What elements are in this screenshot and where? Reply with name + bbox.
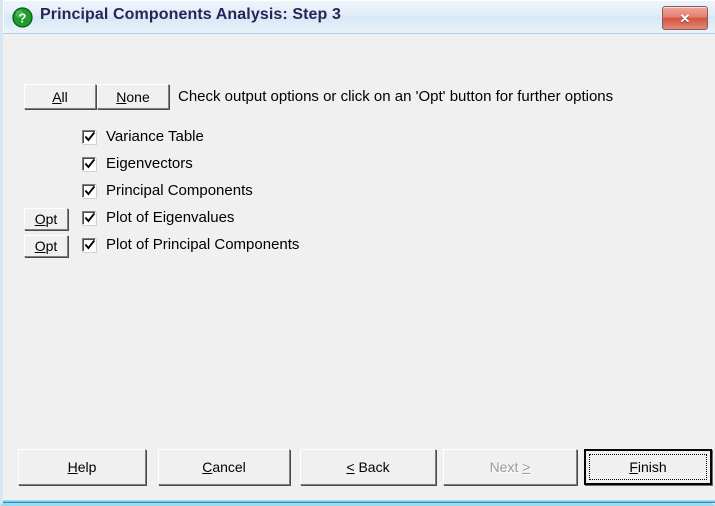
svg-text:?: ? (19, 11, 27, 26)
back-button[interactable]: < Back (300, 449, 436, 485)
checkbox-plot-of-eigenvalues[interactable] (82, 211, 96, 225)
window-title: Principal Components Analysis: Step 3 (40, 6, 341, 23)
cancel-button-label: Cancel (202, 459, 246, 475)
checkbox-plot-of-principal-components[interactable] (82, 238, 96, 252)
opt-button-plot-of-eigenvalues[interactable]: Opt (24, 208, 68, 230)
finish-button-label: Finish (629, 459, 667, 475)
checkbox-variance-table[interactable] (82, 130, 96, 144)
close-button[interactable]: ✕ (662, 6, 708, 30)
dialog-body: All None Check output options or click o… (6, 34, 715, 503)
help-button-label: Help (67, 459, 97, 475)
option-row: Eigenvectors (6, 154, 715, 178)
opt-button-label: Opt (34, 211, 58, 227)
checkbox-eigenvectors[interactable] (82, 157, 96, 171)
option-row: Principal Components (6, 181, 715, 205)
none-button-label: None (116, 88, 150, 105)
question-mark-icon: ? (12, 7, 33, 28)
instruction-text: Check output options or click on an 'Opt… (178, 88, 614, 105)
none-button[interactable]: None (97, 84, 169, 109)
window-bottom-edge (3, 500, 715, 503)
cancel-button[interactable]: Cancel (158, 449, 290, 485)
option-row: Opt Plot of Eigenvalues (6, 208, 715, 232)
dialog-window: ? Principal Components Analysis: Step 3 … (0, 0, 715, 506)
all-button[interactable]: All (24, 84, 96, 109)
option-label: Principal Components (106, 182, 253, 199)
finish-button[interactable]: Finish (584, 449, 712, 485)
next-button-label: Next > (489, 459, 531, 475)
option-label: Variance Table (106, 128, 204, 145)
option-row: Opt Plot of Principal Components (6, 235, 715, 259)
option-label: Plot of Eigenvalues (106, 209, 235, 226)
opt-button-label: Opt (34, 238, 58, 254)
checkbox-principal-components[interactable] (82, 184, 96, 198)
option-label: Plot of Principal Components (106, 236, 300, 253)
title-bar: ? Principal Components Analysis: Step 3 … (3, 0, 715, 34)
back-button-label: < Back (346, 459, 390, 475)
opt-button-plot-of-principal-components[interactable]: Opt (24, 235, 68, 257)
option-label: Eigenvectors (106, 155, 193, 172)
close-icon: ✕ (679, 10, 691, 26)
next-button[interactable]: Next > (443, 449, 577, 485)
help-button[interactable]: Help (18, 449, 146, 485)
option-row: Variance Table (6, 127, 715, 151)
all-button-label: All (52, 88, 68, 105)
